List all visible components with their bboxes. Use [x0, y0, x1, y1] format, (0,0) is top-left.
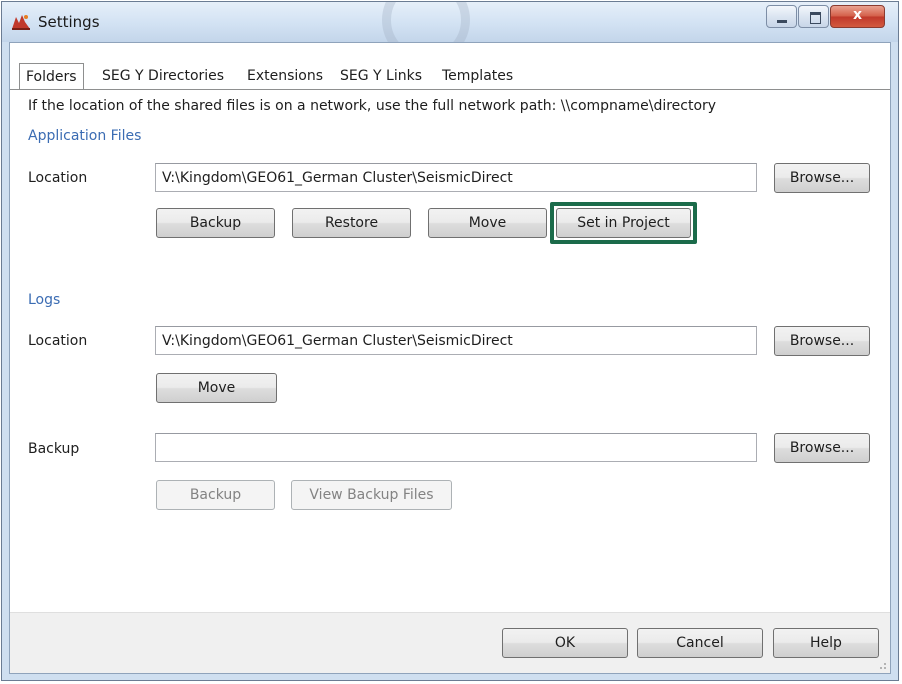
application-restore-button[interactable]: Restore [292, 208, 411, 238]
application-backup-button[interactable]: Backup [156, 208, 275, 238]
dialog-footer: OK Cancel Help [10, 612, 890, 673]
logs-location-input[interactable] [155, 326, 757, 355]
tab-divider [10, 89, 890, 90]
logs-location-label: Location [28, 333, 88, 349]
tab-extensions[interactable]: Extensions [247, 64, 323, 88]
close-icon: x [852, 7, 863, 23]
tab-folders[interactable]: Folders [19, 63, 84, 89]
backup-label: Backup [28, 441, 80, 457]
window-title: Settings [38, 13, 100, 31]
maximize-icon [810, 12, 821, 24]
application-files-heading: Application Files [28, 128, 142, 144]
ok-button[interactable]: OK [502, 628, 628, 658]
network-path-hint: If the location of the shared files is o… [28, 98, 717, 114]
application-move-button[interactable]: Move [428, 208, 547, 238]
close-button[interactable]: x [830, 5, 885, 28]
logs-browse-button[interactable]: Browse... [774, 326, 870, 356]
settings-window: Settings x Folders SEG Y Directories Ext… [1, 1, 899, 681]
tab-strip: Folders SEG Y Directories Extensions SEG… [10, 43, 890, 93]
backup-run-button[interactable]: Backup [156, 480, 275, 510]
view-backup-files-button[interactable]: View Backup Files [291, 480, 452, 510]
application-location-input[interactable] [155, 163, 757, 192]
tab-templates[interactable]: Templates [442, 64, 513, 88]
resize-grip-icon[interactable] [877, 660, 887, 670]
title-bar[interactable]: Settings x [2, 2, 898, 64]
minimize-button[interactable] [766, 5, 797, 28]
tab-seg-y-directories[interactable]: SEG Y Directories [102, 64, 224, 88]
logs-heading: Logs [28, 292, 61, 308]
set-in-project-button[interactable]: Set in Project [556, 208, 691, 238]
settings-panel: Folders SEG Y Directories Extensions SEG… [9, 42, 891, 674]
help-button[interactable]: Help [773, 628, 879, 658]
app-icon [12, 15, 30, 30]
minimize-icon [777, 20, 787, 23]
logs-move-button[interactable]: Move [156, 373, 277, 403]
backup-browse-button[interactable]: Browse... [774, 433, 870, 463]
application-location-label: Location [28, 170, 88, 186]
cancel-button[interactable]: Cancel [637, 628, 763, 658]
maximize-button[interactable] [798, 5, 829, 28]
application-browse-button[interactable]: Browse... [774, 163, 870, 193]
backup-path-input[interactable] [155, 433, 757, 462]
tab-seg-y-links[interactable]: SEG Y Links [340, 64, 422, 88]
